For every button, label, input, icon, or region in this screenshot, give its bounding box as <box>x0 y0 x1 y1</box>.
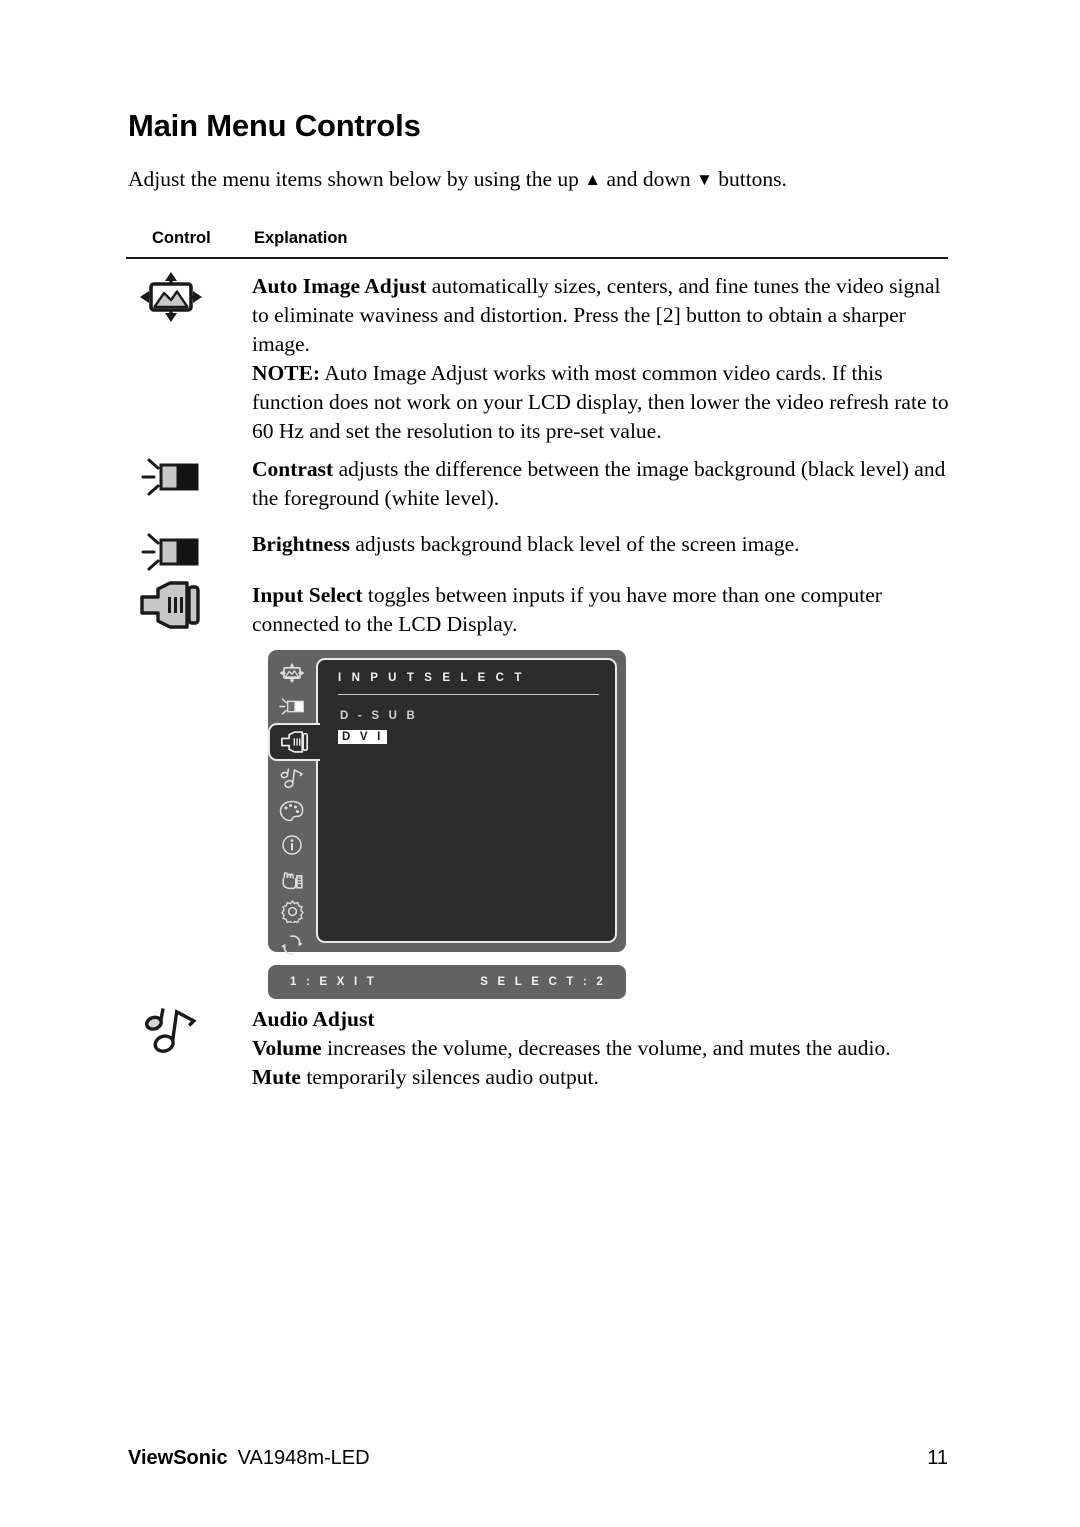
mute-term: Mute <box>252 1064 301 1089</box>
volume-term: Volume <box>252 1035 322 1060</box>
brightness-body: adjusts background black level of the sc… <box>349 532 800 556</box>
osd-footer-exit[interactable]: 1 : E X I T <box>290 976 377 988</box>
osd-sidebar <box>268 650 320 956</box>
volume-body: increases the volume, decreases the volu… <box>321 1035 891 1060</box>
intro-text-after: buttons. <box>712 167 787 191</box>
auto-image-adjust-note-label: NOTE: <box>252 360 321 385</box>
input-select-term: Input Select <box>252 583 363 607</box>
manual-image-adjust-icon <box>282 872 303 890</box>
footer-model: VA1948m-LED <box>237 1447 370 1469</box>
osd-option-d-sub[interactable]: D - S U B <box>340 710 418 722</box>
up-triangle-icon: ▲ <box>584 170 602 189</box>
osd-sidebar-item-color-adjust[interactable] <box>268 795 316 829</box>
audio-adjust-heading: Audio Adjust <box>252 1007 375 1031</box>
contrast-term: Contrast <box>252 457 334 481</box>
osd-footer-select[interactable]: S E L E C T : 2 <box>480 976 606 988</box>
osd-sidebar-item-input-select[interactable] <box>268 723 320 761</box>
osd-sidebar-item-information[interactable] <box>268 828 316 862</box>
osd-content-panel: I N P U T S E L E C T D - S U B D V I <box>316 658 617 943</box>
audio-adjust-icon <box>280 768 304 788</box>
osd-sidebar-item-contrast-brightness[interactable] <box>268 690 316 724</box>
intro-paragraph: Adjust the menu items shown below by usi… <box>128 165 948 194</box>
intro-text-middle: and down <box>601 167 697 191</box>
memory-recall-icon <box>281 935 303 956</box>
audio-adjust-text: Audio Adjust Volume increases the volume… <box>252 1005 954 1092</box>
footer-page-number: 11 <box>927 1447 948 1469</box>
mute-body: temporarily silences audio output. <box>300 1064 599 1089</box>
column-header-explanation: Explanation <box>254 229 348 247</box>
auto-image-adjust-term: Auto Image Adjust <box>252 274 427 298</box>
down-triangle-icon: ▼ <box>696 170 713 189</box>
osd-title: I N P U T S E L E C T <box>338 672 526 684</box>
input-select-icon <box>128 581 214 634</box>
auto-image-adjust-icon <box>279 662 305 683</box>
brightness-icon <box>128 530 214 579</box>
audio-adjust-icon <box>128 1005 214 1060</box>
brightness-text: Brightness adjusts background black leve… <box>252 530 954 559</box>
document-page: Main Menu Controls Adjust the menu items… <box>0 0 1080 1527</box>
osd-title-divider <box>338 694 599 695</box>
page-title: Main Menu Controls <box>128 108 421 143</box>
osd-option-dvi[interactable]: D V I <box>338 730 387 744</box>
osd-sidebar-item-setup-menu[interactable] <box>268 895 316 929</box>
osd-sidebar-item-audio-adjust[interactable] <box>268 761 316 795</box>
column-header-control: Control <box>152 229 211 247</box>
osd-footer-bar: 1 : E X I T S E L E C T : 2 <box>268 965 626 999</box>
information-icon <box>282 835 302 855</box>
osd-sidebar-item-memory-recall[interactable] <box>268 929 316 963</box>
intro-text-before: Adjust the menu items shown below by usi… <box>128 167 585 191</box>
color-adjust-icon <box>279 800 304 822</box>
contrast-text: Contrast adjusts the difference between … <box>252 455 954 513</box>
osd-sidebar-item-auto-image-adjust[interactable] <box>268 656 316 690</box>
osd-sidebar-item-manual-image-adjust[interactable] <box>268 862 316 896</box>
auto-image-adjust-text: Auto Image Adjust automatically sizes, c… <box>252 272 954 445</box>
header-divider <box>126 257 948 259</box>
auto-image-adjust-icon <box>128 272 214 327</box>
contrast-icon <box>128 455 214 504</box>
osd-screenshot: I N P U T S E L E C T D - S U B D V I <box>268 650 626 956</box>
page-footer: ViewSonic VA1948m-LED 11 <box>128 1447 948 1470</box>
footer-brand: ViewSonic <box>128 1447 228 1469</box>
setup-menu-icon <box>280 900 304 924</box>
contrast-brightness-icon <box>279 698 304 715</box>
input-select-icon <box>281 731 309 753</box>
auto-image-adjust-note-body: Auto Image Adjust works with most common… <box>252 360 949 443</box>
contrast-body: adjusts the difference between the image… <box>252 457 946 510</box>
input-select-text: Input Select toggles between inputs if y… <box>252 581 954 639</box>
brightness-term: Brightness <box>252 532 350 556</box>
